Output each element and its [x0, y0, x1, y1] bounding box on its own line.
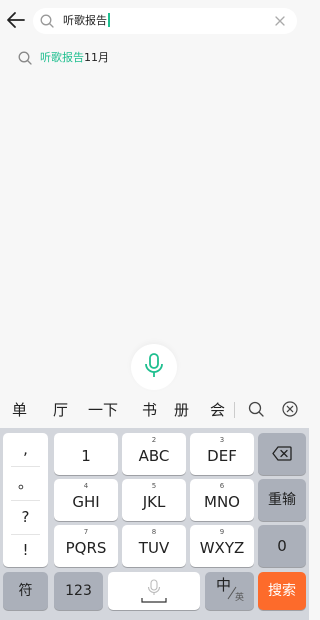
key-tuv[interactable]: 8 TUV — [122, 525, 186, 567]
back-arrow-icon[interactable] — [5, 9, 27, 31]
divider — [11, 534, 40, 535]
search-input[interactable]: 听歌报告 — [33, 8, 297, 34]
search-icon — [18, 51, 32, 65]
key-jkl[interactable]: 5 JKL — [122, 479, 186, 521]
key-pqrs[interactable]: 7 PQRS — [54, 525, 118, 567]
close-circle-icon[interactable] — [281, 400, 299, 418]
candidate-word[interactable]: 册 — [174, 400, 189, 420]
key-def[interactable]: 3 DEF — [190, 433, 254, 475]
suggestion-rest: 11月 — [84, 51, 109, 64]
zero-key[interactable]: 0 — [258, 525, 306, 567]
text-caret — [108, 13, 110, 27]
candidate-word[interactable]: 一下 — [88, 400, 118, 420]
key-wxyz[interactable]: 9 WXYZ — [190, 525, 254, 567]
clear-icon[interactable] — [273, 14, 287, 28]
symbols-key[interactable]: 符 — [3, 572, 48, 610]
suggestion-item[interactable]: 听歌报告11月 — [0, 46, 309, 70]
punctuation-key[interactable]: ! — [3, 540, 48, 560]
search-key[interactable]: 搜索 — [258, 572, 306, 610]
punctuation-key[interactable]: 。 — [3, 473, 48, 493]
search-icon[interactable] — [247, 400, 265, 418]
divider — [11, 466, 40, 467]
candidate-bar: 单 厅 一下 书 册 会 — [0, 392, 309, 428]
candidate-word[interactable]: 单 — [12, 400, 27, 420]
suggestion-text: 听歌报告11月 — [40, 50, 109, 66]
language-switch-key[interactable]: 中 英 — [205, 572, 254, 610]
divider — [234, 402, 235, 418]
backspace-key[interactable] — [258, 433, 306, 475]
top-bar: 听歌报告 — [0, 0, 309, 42]
divider — [11, 500, 40, 501]
key-mno[interactable]: 6 MNO — [190, 479, 254, 521]
microphone-icon — [145, 353, 163, 377]
search-query-text: 听歌报告 — [63, 12, 110, 30]
suggestion-highlight: 听歌报告 — [40, 51, 84, 64]
candidate-word[interactable]: 书 — [142, 400, 157, 420]
punctuation-key[interactable]: , — [3, 439, 48, 459]
space-key[interactable] — [108, 572, 200, 610]
punctuation-column[interactable]: , 。 ? ! — [3, 433, 48, 567]
candidate-word[interactable]: 厅 — [53, 400, 68, 420]
key-abc[interactable]: 2 ABC — [122, 433, 186, 475]
numbers-key[interactable]: 123 — [54, 572, 103, 610]
voice-input-button[interactable] — [131, 344, 177, 390]
key-ghi[interactable]: 4 GHI — [54, 479, 118, 521]
reenter-key[interactable]: 重输 — [258, 479, 306, 521]
space-bar-icon — [141, 598, 167, 603]
search-icon — [40, 14, 54, 28]
backspace-icon — [272, 446, 292, 461]
candidate-word[interactable]: 会 — [210, 400, 225, 420]
key-1[interactable]: 1 — [54, 433, 118, 475]
punctuation-key[interactable]: ? — [3, 507, 48, 527]
